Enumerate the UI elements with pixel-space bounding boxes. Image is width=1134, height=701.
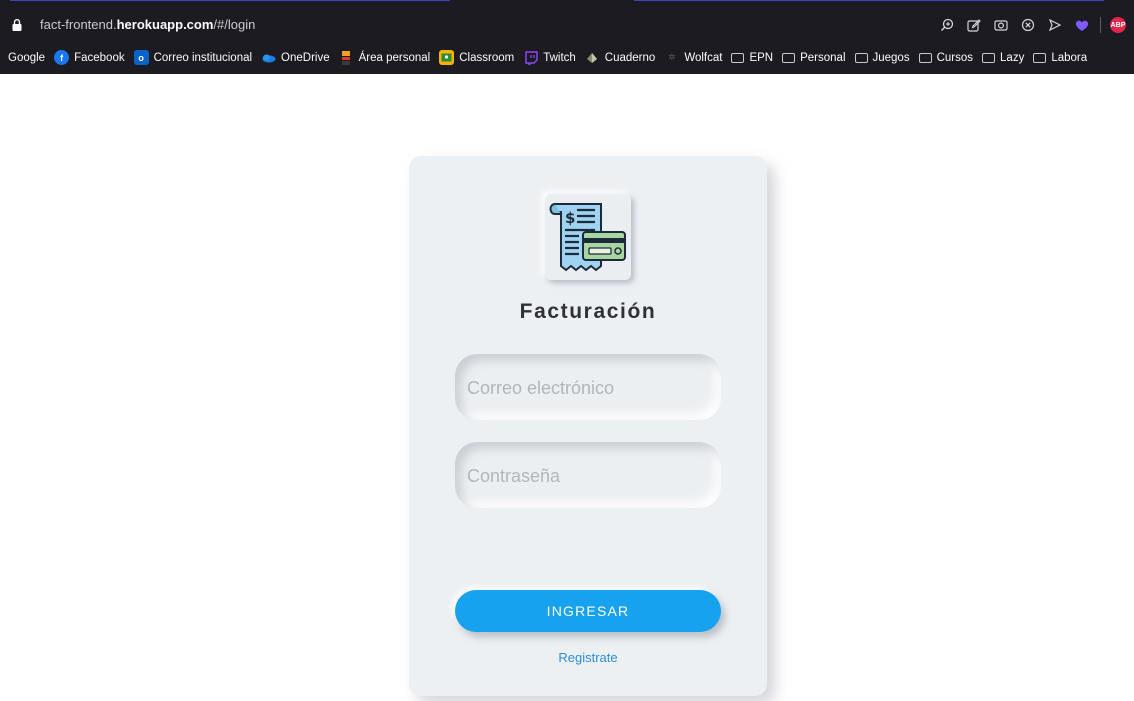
login-button[interactable]: INGRESAR	[455, 590, 721, 632]
bookmark-folder-cursos[interactable]: Cursos	[918, 51, 974, 64]
toolbar-separator	[1100, 17, 1101, 33]
bookmarks-row: Google f Facebook o Correo institucional O…	[8, 50, 1087, 65]
url-domain: herokuapp.com	[116, 17, 214, 32]
email-input[interactable]	[465, 354, 719, 422]
address-bar[interactable]: fact-frontend.herokuapp.com/#/login ABP	[0, 6, 1134, 44]
facebook-icon: f	[54, 50, 70, 65]
tab-edge	[10, 0, 450, 1]
bookmark-onedrive[interactable]: OneDrive	[261, 50, 330, 65]
bookmark-label: Juegos	[872, 51, 910, 64]
email-field[interactable]	[455, 354, 721, 422]
outlook-icon: o	[133, 50, 149, 65]
lock-icon	[12, 19, 22, 31]
tab-edge	[634, 0, 1104, 1]
bookmark-wolfcat[interactable]: ✲ Wolfcat	[664, 50, 722, 65]
bookmark-label: Cursos	[936, 51, 974, 64]
bookmark-facebook[interactable]: f Facebook	[54, 50, 125, 65]
bookmark-label: OneDrive	[281, 51, 330, 64]
bookmark-label: Classroom	[459, 51, 515, 64]
bookmark-folder-juegos[interactable]: Juegos	[854, 51, 910, 64]
bookmark-label: Correo institucional	[153, 51, 253, 64]
notebook-icon	[585, 50, 600, 65]
bookmark-label: Cuaderno	[604, 51, 656, 64]
bookmark-folder-labora[interactable]: Labora	[1033, 52, 1087, 64]
bookmark-label: Lazy	[1000, 51, 1025, 64]
close-circle-icon[interactable]	[1019, 16, 1037, 34]
password-field[interactable]	[455, 442, 721, 510]
url-prefix: fact-frontend.	[40, 17, 117, 32]
folder-icon	[854, 52, 868, 63]
folder-icon	[782, 52, 796, 63]
zoom-icon[interactable]	[938, 16, 956, 34]
heart-icon[interactable]	[1073, 16, 1091, 34]
twitch-icon	[523, 50, 538, 65]
invoice-logo: $	[545, 194, 631, 280]
bookmark-label: Facebook	[74, 51, 125, 64]
bookmark-label: EPN	[749, 51, 774, 64]
folder-icon	[731, 52, 745, 63]
onedrive-icon	[261, 50, 276, 65]
folder-icon	[1033, 52, 1047, 63]
bookmark-correo[interactable]: o Correo institucional	[133, 50, 253, 65]
send-icon[interactable]	[1046, 16, 1064, 34]
url-text[interactable]: fact-frontend.herokuapp.com/#/login	[40, 17, 255, 32]
bookmark-folder-personal[interactable]: Personal	[782, 51, 846, 64]
bookmark-google[interactable]: Google	[8, 52, 45, 64]
url-path: /#/login	[213, 17, 256, 32]
bookmark-twitch[interactable]: Twitch	[523, 50, 576, 65]
bookmark-label: Wolfcat	[684, 51, 723, 64]
password-input[interactable]	[465, 442, 719, 510]
classroom-icon	[439, 50, 455, 65]
bookmark-folder-epn[interactable]: EPN	[731, 52, 773, 64]
bookmark-label: Google	[8, 51, 46, 64]
bookmark-area-personal[interactable]: Área personal	[339, 50, 431, 65]
bookmarks-bar: Google f Facebook o Correo institucional O…	[0, 44, 1134, 74]
bookmark-label: Área personal	[358, 51, 431, 64]
bookmark-label: Personal	[800, 51, 846, 64]
page-title: Facturación	[519, 300, 657, 323]
invoice-icon: $	[549, 203, 626, 272]
wolfcat-icon: ✲	[668, 52, 676, 62]
login-card: $ Facturación INGRESAR Registrate	[409, 156, 767, 696]
moodle-icon	[339, 50, 354, 65]
bookmark-cuaderno[interactable]: Cuaderno	[585, 50, 656, 65]
bookmark-folder-lazy[interactable]: Lazy	[982, 52, 1024, 64]
screenshot-icon[interactable]	[992, 16, 1010, 34]
edit-icon[interactable]	[965, 16, 983, 34]
bookmark-label: Labora	[1051, 51, 1088, 64]
register-link[interactable]: Registrate	[409, 650, 767, 665]
bookmark-classroom[interactable]: Classroom	[439, 50, 514, 65]
bookmark-label: Twitch	[543, 51, 576, 64]
toolbar-icons: ABP	[938, 15, 1126, 35]
adblock-icon[interactable]: ABP	[1110, 17, 1126, 33]
svg-text:$: $	[565, 209, 575, 227]
folder-icon	[982, 52, 996, 63]
folder-icon	[918, 52, 932, 63]
